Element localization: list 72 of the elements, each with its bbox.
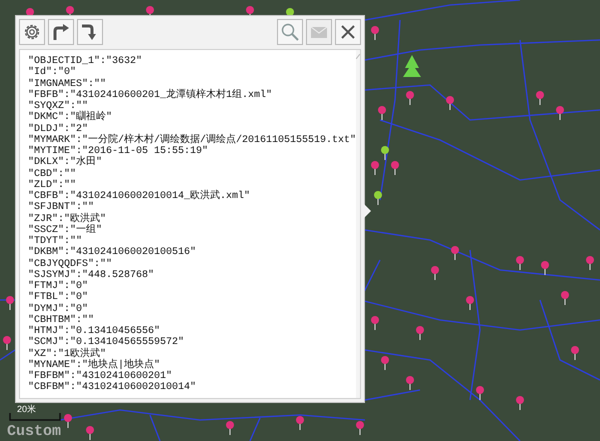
map-pin-icon[interactable] — [374, 191, 382, 206]
settings-icon — [22, 22, 42, 42]
attribute-text: "IMGNAMES":"" — [28, 78, 108, 90]
map-pin-icon[interactable] — [406, 376, 414, 390]
attribute-text: "SSCZ":"一组" — [28, 224, 104, 236]
map-pin-icon[interactable] — [6, 296, 14, 310]
map-pin-icon[interactable] — [381, 356, 389, 370]
attribute-text: "SJSYMJ":"448.528768" — [28, 270, 156, 281]
map-pin-icon[interactable] — [381, 146, 389, 160]
attribute-text: "CBFB":"431024106002010014_欧洪武.xml" — [28, 191, 252, 202]
attribute-text: "MYTIME":"2016-11-05 15:55:19" — [28, 146, 210, 157]
map-pin-icon[interactable] — [356, 421, 364, 436]
map-pin-icon[interactable] — [371, 26, 379, 40]
attribute-text: "FTBL":"0" — [28, 292, 90, 304]
attribute-text: "TDYT":"" — [28, 236, 82, 247]
attribute-text: "FBFBM":"43102410600201" — [28, 371, 172, 382]
attribute-text: "CBJYQQDFS":"" — [28, 258, 114, 270]
attribute-text: "DLDJ":"2" — [28, 124, 90, 134]
attribute-text: "ZLD":"" — [28, 180, 76, 191]
scale-bar — [9, 413, 61, 421]
map-pin-icon[interactable] — [226, 421, 234, 436]
attribute-text: "MYNAME":"地块点|地块点" — [28, 360, 160, 371]
attribute-text: "FBFB":"43102410600201_龙潭镇梓木村1组.xml" — [28, 90, 274, 101]
scale-label: 20米 — [16, 404, 38, 414]
map-pin-icon[interactable] — [451, 246, 459, 260]
attribute-text: "DKMC":"瞓祖岭" — [28, 112, 114, 124]
attribute-text: "CBFBM":"431024106002010014" — [28, 382, 198, 394]
map-pin-icon[interactable] — [371, 316, 379, 330]
redo-button[interactable] — [48, 19, 74, 45]
map-pin-icon[interactable] — [571, 346, 579, 360]
map-pin-icon[interactable] — [416, 326, 424, 340]
attribute-text: "DKLX":"水田" — [28, 157, 104, 168]
attribute-text: "SFJBNT":"" — [28, 202, 94, 214]
attribute-text: "Id":"0" — [28, 67, 78, 78]
map-pin-icon[interactable] — [556, 106, 564, 120]
attribute-text: "OBJECTID_1":"3632" — [28, 56, 144, 67]
attribute-text: "MYMARK":"一分院/梓木村/调绘数据/调绘点/20161105155519.txt" — [28, 134, 356, 146]
search-icon — [280, 22, 300, 42]
map-pin-icon[interactable] — [371, 161, 379, 176]
map-pin-icon[interactable] — [541, 261, 549, 276]
map-pin-icon[interactable] — [586, 256, 594, 270]
attribute-text: "CBD":"" — [28, 168, 78, 180]
attribute-text: "ZJR":"欧洪武" — [28, 214, 108, 224]
map-pin-icon[interactable] — [406, 91, 414, 106]
attribute-text: "SCMJ":"0.134104565559572" — [28, 337, 186, 348]
attribute-text: "XZ":"1欧洪武" — [28, 348, 106, 360]
map-pin-icon[interactable] — [516, 396, 524, 410]
map-pin-icon[interactable] — [64, 414, 72, 428]
map-pin-icon[interactable] — [516, 256, 524, 270]
map-pin-icon[interactable] — [391, 161, 399, 176]
bent-arrow-icon — [51, 22, 71, 42]
tree-icon — [403, 55, 421, 77]
attribute-text: "CBHTBM":"" — [28, 314, 94, 326]
map-pin-icon[interactable] — [466, 296, 474, 310]
attribute-text: "DYMJ":"0" — [28, 304, 90, 314]
map-pin-icon[interactable] — [86, 426, 94, 440]
map-pin-icon[interactable] — [536, 91, 544, 106]
attribute-text: "SYQXZ":"" — [28, 101, 88, 112]
layer-label: Custom — [7, 423, 62, 440]
attribute-text: "FTMJ":"0" — [28, 281, 90, 292]
map-pin-icon[interactable] — [431, 266, 439, 280]
close-button[interactable] — [335, 19, 361, 45]
map-pin-icon[interactable] — [476, 386, 484, 400]
map-pin-icon[interactable] — [446, 96, 454, 110]
map-pin-icon[interactable] — [378, 106, 386, 120]
map-pin-icon[interactable] — [561, 291, 569, 306]
map-pin-icon[interactable] — [296, 416, 304, 430]
turn-button[interactable] — [77, 19, 103, 45]
settings-button[interactable] — [19, 19, 45, 45]
attribute-text: "DKBM":"4310241060020100516" — [28, 247, 198, 258]
map-pin-icon[interactable] — [3, 336, 11, 350]
attribute-text: "HTMJ":"0.13410456556" — [28, 326, 160, 337]
